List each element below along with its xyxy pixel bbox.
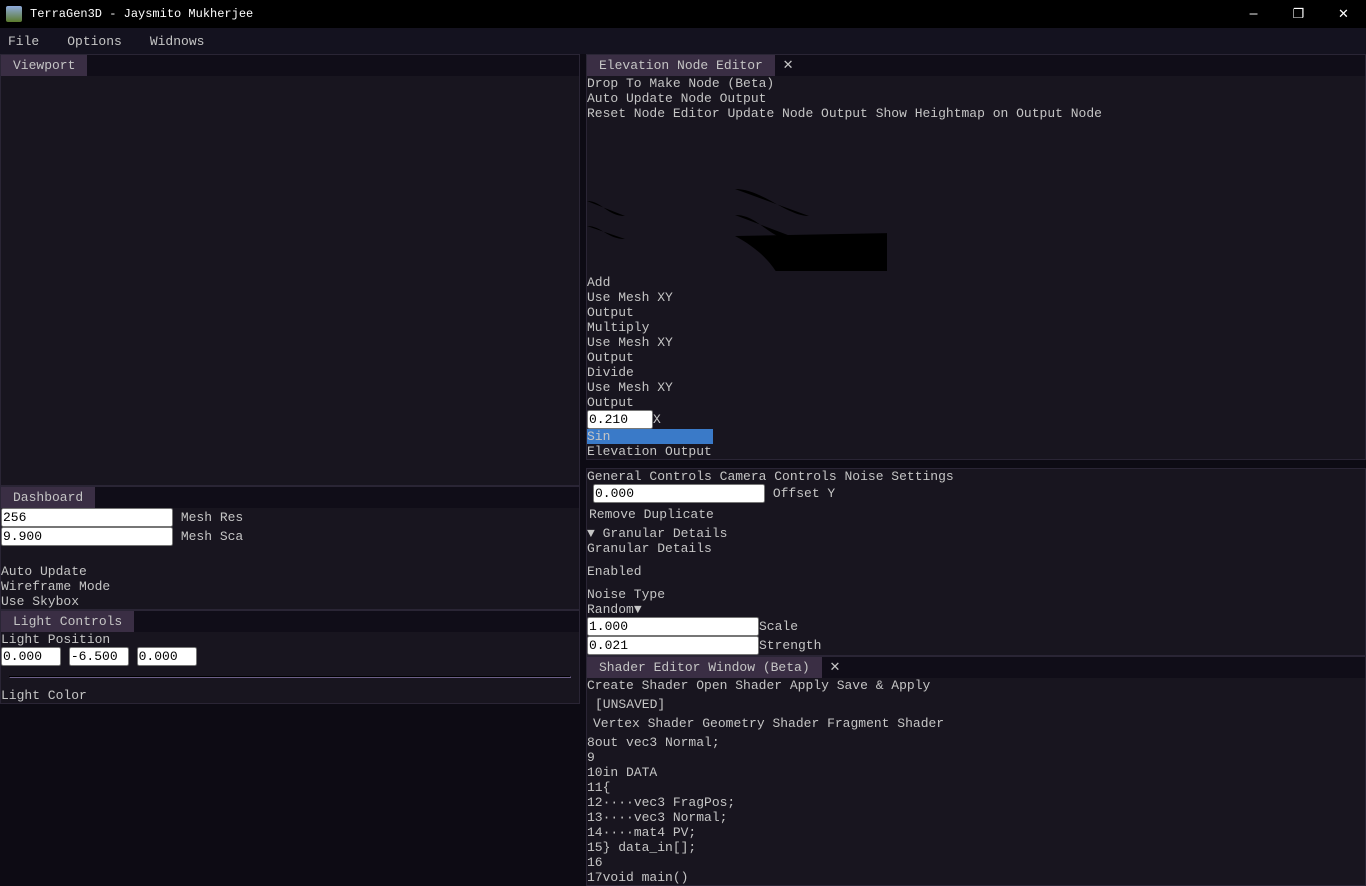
titlebar: TerraGen3D - Jaysmito Mukherjee ─ ❐ ✕ xyxy=(0,0,1366,28)
mesh-res-input[interactable] xyxy=(1,508,173,527)
reset-node-editor-button[interactable]: Reset Node Editor xyxy=(587,106,720,121)
tab-general-controls[interactable]: General Controls xyxy=(587,469,712,484)
light-color-label: Light Color xyxy=(1,688,579,703)
auto-update-label: Auto Update xyxy=(1,564,87,579)
code-editor[interactable]: 8out vec3 Normal; 9 10in DATA 11{ 12····… xyxy=(587,735,1365,885)
node-canvas[interactable]: Add Use Mesh XY Output Multiply Use Mesh… xyxy=(587,121,1365,459)
granular-details-label: Granular Details xyxy=(587,541,1365,556)
offset-y-label: Offset Y xyxy=(773,486,835,501)
skybox-toggle[interactable]: Use Skybox xyxy=(1,594,579,609)
shader-editor-tab[interactable]: Shader Editor Window (Beta) xyxy=(587,657,822,678)
auto-update-toggle[interactable]: Auto Update xyxy=(1,564,579,579)
node-editor-tab[interactable]: Elevation Node Editor xyxy=(587,55,775,76)
minimize-button[interactable]: ─ xyxy=(1231,0,1276,28)
close-button[interactable]: ✕ xyxy=(1321,0,1366,28)
tab-vertex-shader[interactable]: Vertex Shader xyxy=(593,716,694,731)
noise-type-label: Noise Type xyxy=(587,587,1365,602)
scale-input[interactable] xyxy=(587,617,759,636)
shader-editor-panel: Shader Editor Window (Beta) ✕ Create Sha… xyxy=(586,656,1366,886)
menu-windows[interactable]: Widnows xyxy=(150,34,205,49)
chevron-down-icon: ▼ xyxy=(634,602,642,617)
drop-node-toggle[interactable]: Drop To Make Node (Beta) xyxy=(587,76,1365,91)
viewport-panel: Viewport xyxy=(0,54,580,486)
node-sin-title[interactable]: Sin xyxy=(587,429,713,444)
menubar: File Options Widnows xyxy=(0,28,1366,54)
close-icon[interactable]: ✕ xyxy=(783,58,794,73)
tab-noise-settings[interactable]: Noise Settings xyxy=(844,469,953,484)
update-node-output-button[interactable]: Update Node Output xyxy=(727,106,867,121)
open-shader-button[interactable]: Open Shader xyxy=(696,678,782,693)
mesh-sca-label: Mesh Sca xyxy=(181,529,243,544)
node-divide[interactable]: Divide Use Mesh XY Output X xyxy=(587,365,717,429)
tab-fragment-shader[interactable]: Fragment Shader xyxy=(827,716,944,731)
wireframe-toggle[interactable]: Wireframe Mode xyxy=(1,579,579,594)
save-apply-button[interactable]: Save & Apply xyxy=(837,678,931,693)
tab-geometry-shader[interactable]: Geometry Shader xyxy=(702,716,819,731)
viewport-3d[interactable] xyxy=(11,94,563,479)
node-add[interactable]: Add Use Mesh XY Output xyxy=(587,275,697,320)
light-pos-x[interactable] xyxy=(1,647,61,666)
remove-button[interactable]: Remove xyxy=(589,507,636,522)
strength-input[interactable] xyxy=(587,636,759,655)
window-title: TerraGen3D - Jaysmito Mukherjee xyxy=(30,7,253,21)
menu-options[interactable]: Options xyxy=(67,34,122,49)
node-multiply-title[interactable]: Multiply xyxy=(587,320,701,335)
dashboard-panel: Dashboard Mesh Res Mesh Sca Auto Update xyxy=(0,486,580,610)
offset-y-input[interactable] xyxy=(593,484,765,503)
node-sin[interactable]: Sin xyxy=(587,429,713,444)
menu-file[interactable]: File xyxy=(8,34,39,49)
duplicate-button[interactable]: Duplicate xyxy=(644,507,714,522)
light-controls-tab[interactable]: Light Controls xyxy=(1,611,134,632)
auto-update-node-toggle[interactable]: Auto Update Node Output xyxy=(587,91,1365,106)
light-controls-panel: Light Controls Light Position Light Colo… xyxy=(0,610,580,704)
maximize-button[interactable]: ❐ xyxy=(1276,0,1321,28)
dashboard-tab[interactable]: Dashboard xyxy=(1,487,95,508)
noise-type-dropdown[interactable]: Random▼ xyxy=(587,602,1365,617)
divide-value-input[interactable] xyxy=(587,410,653,429)
mesh-sca-input[interactable] xyxy=(1,527,173,546)
node-elevation-output[interactable]: Elevation Output xyxy=(587,444,715,459)
light-position-label: Light Position xyxy=(1,632,579,647)
tab-camera-controls[interactable]: Camera Controls xyxy=(720,469,837,484)
shader-status: [UNSAVED] xyxy=(595,697,1357,712)
create-shader-button[interactable]: Create Shader xyxy=(587,678,688,693)
wireframe-label: Wireframe Mode xyxy=(1,579,110,594)
node-add-title[interactable]: Add xyxy=(587,275,697,290)
granular-details-collapser[interactable]: ▼ Granular Details xyxy=(587,526,1365,541)
show-heightmap-button[interactable]: Show Heightmap on Output Node xyxy=(876,106,1102,121)
mesh-res-label: Mesh Res xyxy=(181,510,243,525)
node-editor-panel: Elevation Node Editor ✕ Drop To Make Nod… xyxy=(586,54,1366,460)
app-icon xyxy=(6,6,22,22)
viewport-tab[interactable]: Viewport xyxy=(1,55,87,76)
skybox-label: Use Skybox xyxy=(1,594,79,609)
node-elev-title[interactable]: Elevation Output xyxy=(587,444,715,459)
node-multiply[interactable]: Multiply Use Mesh XY Output xyxy=(587,320,701,365)
enabled-toggle[interactable]: Enabled xyxy=(587,564,1365,579)
light-pos-y[interactable] xyxy=(69,647,129,666)
close-icon[interactable]: ✕ xyxy=(829,660,840,675)
general-controls-panel: General Controls Camera Controls Noise S… xyxy=(586,468,1366,656)
node-divide-title[interactable]: Divide xyxy=(587,365,717,380)
light-pos-z[interactable] xyxy=(137,647,197,666)
apply-button[interactable]: Apply xyxy=(790,678,829,693)
